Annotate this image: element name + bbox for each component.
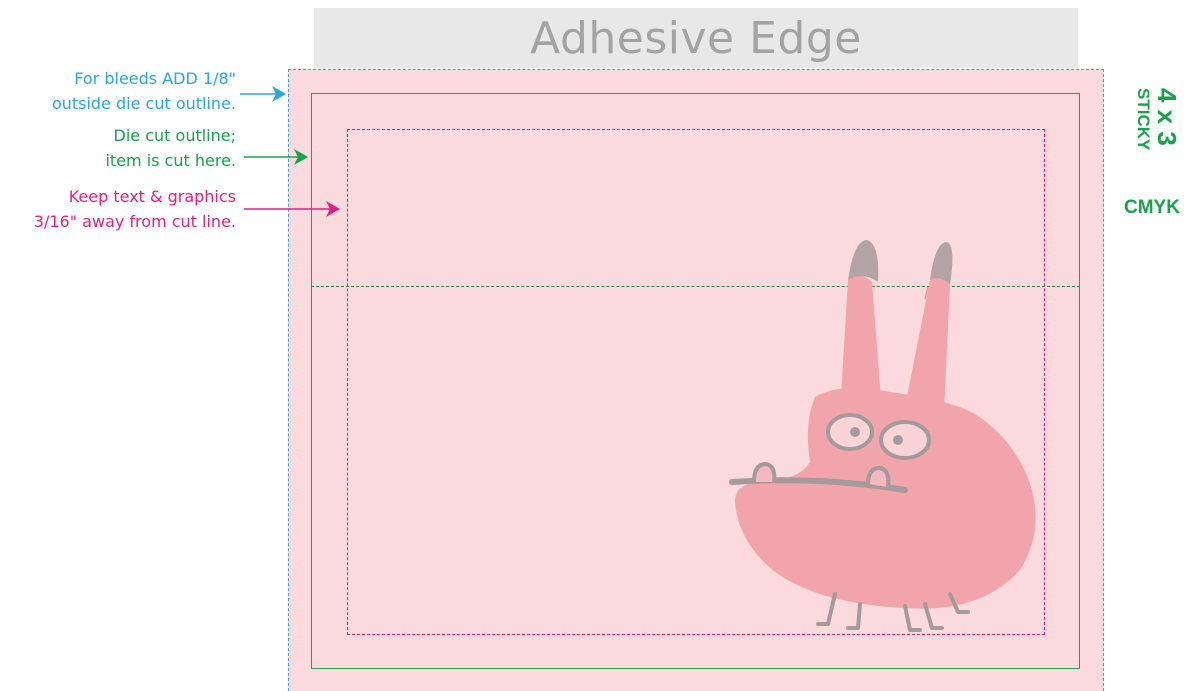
size-label-rotated: 4 x 3 STICKY — [1121, 88, 1182, 188]
bleed-arrow-icon — [240, 86, 286, 102]
print-template-canvas: Adhesive Edge For bleeds ADD 1/8" outsid… — [0, 0, 1189, 691]
safe-zone-arrow-icon — [244, 201, 340, 217]
die-cut-arrow-icon — [244, 149, 308, 165]
callout-arrows — [240, 86, 340, 217]
color-mode-label: CMYK — [1124, 197, 1180, 218]
size-value: 4 x 3 — [1152, 88, 1182, 146]
type-value: STICKY — [1134, 88, 1153, 151]
